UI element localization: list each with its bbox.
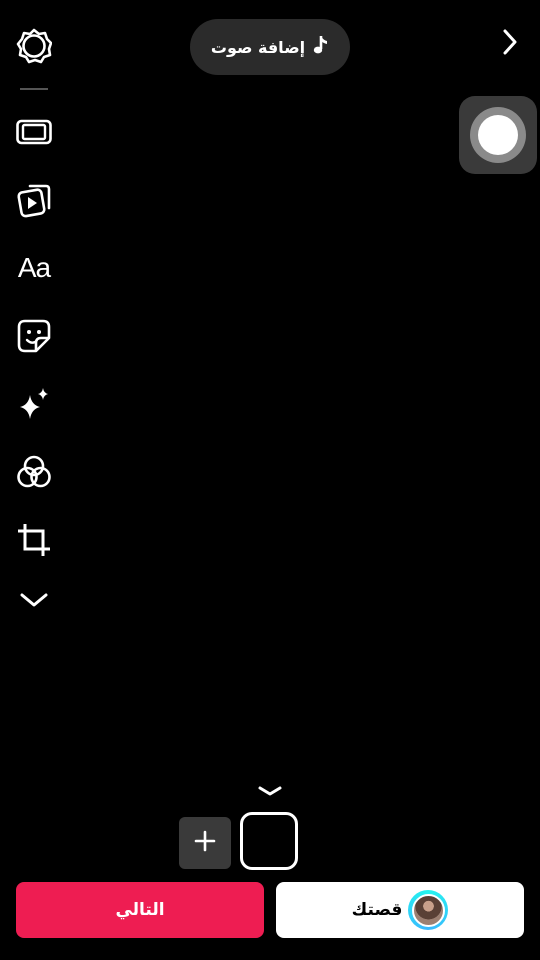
next-button-label: التالي — [115, 900, 165, 920]
filters-button[interactable] — [10, 448, 58, 496]
text-icon: Aa — [17, 252, 51, 283]
crop-button[interactable] — [10, 516, 58, 564]
add-sound-label: إضافة صوت — [210, 37, 306, 57]
effects-button[interactable] — [10, 380, 58, 428]
your-story-label: قصتك — [351, 900, 403, 920]
music-note-icon — [313, 35, 329, 59]
filters-icon — [16, 454, 52, 490]
next-button[interactable]: التالي — [16, 882, 264, 938]
settings-button[interactable] — [10, 22, 58, 70]
assistive-touch-dot — [478, 115, 518, 155]
gear-icon — [16, 28, 52, 64]
video-clips-icon — [16, 182, 52, 218]
sticker-button[interactable] — [10, 312, 58, 360]
clip-thumbnail[interactable] — [240, 812, 298, 870]
more-tools-button[interactable] — [10, 576, 58, 624]
next-chevron-button[interactable] — [492, 26, 528, 62]
plus-icon — [194, 830, 216, 856]
video-clips-button[interactable] — [10, 176, 58, 224]
your-story-button[interactable]: قصتك — [276, 882, 524, 938]
template-button[interactable] — [10, 108, 58, 156]
chevron-right-icon — [500, 28, 520, 60]
toolbar-divider — [20, 88, 48, 90]
video-editor-screen: Aa إضافة صوت التالي قصتك — [0, 0, 540, 960]
add-clip-button[interactable] — [179, 817, 231, 869]
sparkles-icon — [16, 386, 52, 422]
sticker-icon — [16, 318, 52, 354]
assistive-touch-icon — [470, 107, 526, 163]
assistive-touch-button[interactable] — [459, 96, 537, 174]
avatar — [408, 890, 449, 930]
avatar-image — [411, 893, 445, 927]
template-frame-icon — [16, 118, 52, 146]
chevron-down-icon — [256, 783, 284, 802]
chevron-down-icon — [18, 590, 50, 610]
add-sound-button[interactable]: إضافة صوت — [190, 19, 350, 75]
text-button[interactable]: Aa — [10, 244, 58, 292]
crop-icon — [16, 522, 52, 558]
collapse-clips-button[interactable] — [254, 782, 286, 802]
